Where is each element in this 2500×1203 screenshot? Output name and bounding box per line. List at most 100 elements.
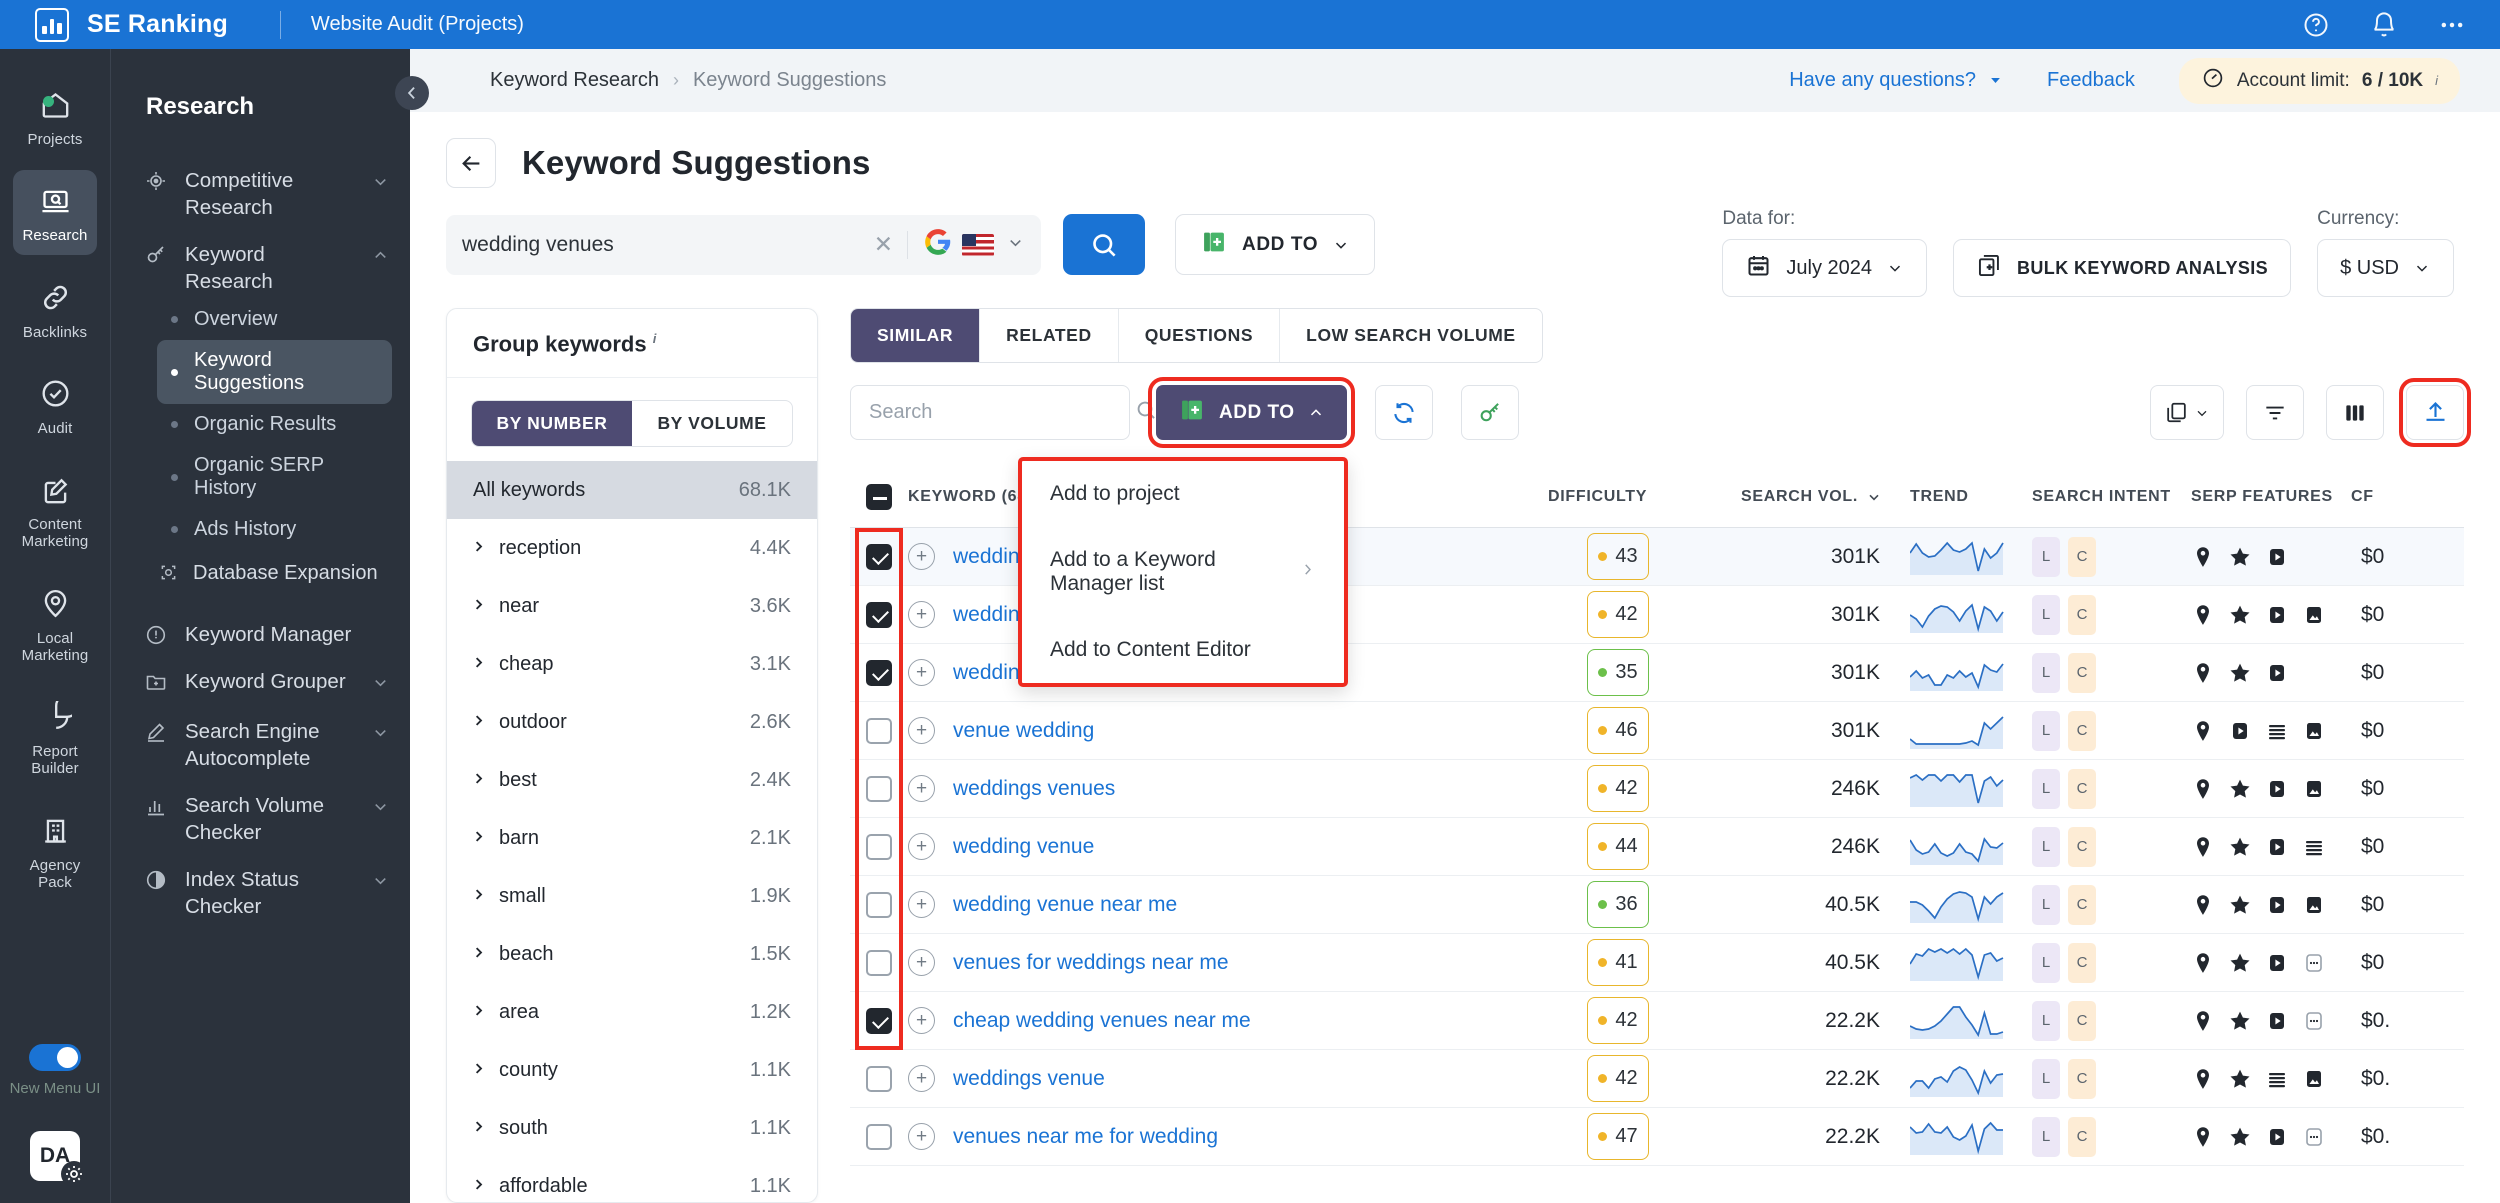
tab-low-search-volume[interactable]: LOW SEARCH VOLUME [1280, 309, 1542, 362]
add-keyword-icon[interactable]: + [908, 543, 935, 570]
row-checkbox[interactable] [866, 601, 892, 628]
se-ranking-logo-icon[interactable] [35, 7, 69, 42]
row-checkbox-cell[interactable] [850, 949, 908, 976]
video-icon[interactable] [2228, 719, 2252, 743]
bell-icon[interactable] [2370, 11, 2398, 39]
star-icon[interactable] [2228, 835, 2252, 859]
row-checkbox-cell[interactable] [850, 1065, 908, 1092]
refresh-button[interactable] [1375, 385, 1434, 440]
nav-group-keyword-research[interactable]: Keyword Research [111, 231, 410, 299]
add-keyword-icon[interactable]: + [908, 717, 935, 744]
help-icon[interactable] [2302, 11, 2330, 39]
row-checkbox-cell[interactable] [850, 543, 908, 570]
menu-item-add-to-project[interactable]: Add to project [1022, 461, 1344, 527]
chevron-right-icon[interactable] [471, 1059, 499, 1082]
sidebar-item-ads-history[interactable]: Ads History [157, 509, 392, 550]
star-icon[interactable] [2228, 661, 2252, 685]
row-checkbox[interactable] [866, 717, 892, 744]
search-icon[interactable] [1134, 398, 1158, 428]
th-search-intent[interactable]: SEARCH INTENT [2018, 488, 2173, 506]
chevron-right-icon[interactable] [471, 827, 499, 850]
tab-questions[interactable]: QUESTIONS [1119, 309, 1281, 362]
group-row[interactable]: affordable 1.1K [447, 1157, 817, 1202]
row-checkbox-cell[interactable] [850, 833, 908, 860]
pin-icon[interactable] [2191, 603, 2215, 627]
group-row[interactable]: small 1.9K [447, 867, 817, 925]
pin-icon[interactable] [2191, 545, 2215, 569]
add-keyword-icon[interactable]: + [908, 775, 935, 802]
sidebar-item-content-marketing[interactable]: Content Marketing [13, 459, 97, 561]
image-icon[interactable] [2302, 777, 2326, 801]
clear-icon[interactable]: ✕ [860, 231, 907, 258]
row-checkbox[interactable] [866, 543, 892, 570]
row-checkbox-cell[interactable] [850, 659, 908, 686]
add-keyword-icon[interactable]: + [908, 949, 935, 976]
table-search-input[interactable] [869, 401, 1134, 424]
chevron-right-icon[interactable] [471, 711, 499, 734]
sidebar-item-organic-serp-history[interactable]: Organic SERP History [157, 445, 392, 509]
avatar[interactable]: DA [30, 1131, 87, 1187]
chevron-down-icon[interactable] [1006, 232, 1025, 258]
nav-group-search-volume-checker[interactable]: Search Volume Checker [111, 782, 410, 856]
table-row[interactable]: + wedding venue 44 246K L C $0 [850, 818, 2464, 876]
row-checkbox[interactable] [866, 659, 892, 686]
sidebar-item-local-marketing[interactable]: Local Marketing [13, 573, 97, 675]
video-icon[interactable] [2265, 1125, 2289, 1149]
filter-button[interactable] [2246, 385, 2304, 440]
feedback-link[interactable]: Feedback [2047, 69, 2135, 92]
nav-group-keyword-manager[interactable]: Keyword Manager [111, 611, 410, 658]
row-checkbox-cell[interactable] [850, 1007, 908, 1034]
table-row[interactable]: + venues for weddings near me 41 40.5K L C $0 [850, 934, 2464, 992]
row-checkbox[interactable] [866, 949, 892, 976]
row-checkbox[interactable] [866, 891, 892, 918]
star-icon[interactable] [2228, 951, 2252, 975]
pin-icon[interactable] [2191, 1009, 2215, 1033]
video-icon[interactable] [2265, 603, 2289, 627]
row-checkbox-cell[interactable] [850, 717, 908, 744]
star-icon[interactable] [2228, 1009, 2252, 1033]
group-row[interactable]: south 1.1K [447, 1099, 817, 1157]
search-button[interactable] [1063, 214, 1145, 275]
keyword-link[interactable]: weddings venues [953, 777, 1115, 801]
chevron-right-icon[interactable] [471, 653, 499, 676]
chevron-right-icon[interactable] [471, 885, 499, 908]
pin-icon[interactable] [2191, 661, 2215, 685]
keyword-link[interactable]: cheap wedding venues near me [953, 1009, 1251, 1033]
add-keyword-icon[interactable]: + [908, 601, 935, 628]
nav-group-index-status-checker[interactable]: Index Status Checker [111, 856, 410, 930]
add-keyword-icon[interactable]: + [908, 1123, 935, 1150]
chevron-right-icon[interactable] [471, 943, 499, 966]
video-icon[interactable] [2265, 1009, 2289, 1033]
chevron-right-icon[interactable] [471, 1001, 499, 1024]
keyword-search-box[interactable]: ✕ [446, 214, 1041, 275]
sidebar-item-agency-pack[interactable]: Agency Pack [13, 800, 97, 902]
row-checkbox[interactable] [866, 1007, 892, 1034]
currency-select[interactable]: $ USD [2317, 239, 2454, 297]
row-checkbox[interactable] [866, 1123, 892, 1150]
add-keyword-icon[interactable]: + [908, 1007, 935, 1034]
sidebar-item-backlinks[interactable]: Backlinks [13, 267, 97, 351]
th-cpc[interactable]: CF [2351, 488, 2461, 506]
search-input[interactable] [462, 232, 860, 257]
list-icon[interactable] [2302, 835, 2326, 859]
group-row[interactable]: county 1.1K [447, 1041, 817, 1099]
video-icon[interactable] [2265, 893, 2289, 917]
table-search-box[interactable] [850, 385, 1155, 440]
table-row[interactable]: + wedding venue near me 36 40.5K L C $0 [850, 876, 2464, 934]
row-checkbox[interactable] [866, 775, 892, 802]
date-select[interactable]: July 2024 [1722, 239, 1927, 297]
chevron-right-icon[interactable] [471, 1175, 499, 1198]
new-menu-ui-toggle[interactable] [29, 1044, 81, 1071]
keyword-tool-button[interactable] [1461, 385, 1520, 440]
account-limit-badge[interactable]: Account limit: 6 / 10K i [2178, 57, 2460, 104]
keyword-link[interactable]: venue wedding [953, 719, 1094, 743]
sidebar-item-projects[interactable]: Projects [13, 74, 97, 158]
sidebar-item-organic-results[interactable]: Organic Results [157, 404, 392, 445]
google-icon[interactable] [924, 228, 952, 262]
collapse-sidebar-button[interactable] [395, 76, 429, 110]
add-keyword-icon[interactable]: + [908, 833, 935, 860]
add-keyword-icon[interactable]: + [908, 1065, 935, 1092]
sidebar-item-research[interactable]: Research [13, 170, 97, 255]
chevron-right-icon[interactable] [471, 537, 499, 560]
info-icon[interactable]: i [2435, 73, 2438, 88]
